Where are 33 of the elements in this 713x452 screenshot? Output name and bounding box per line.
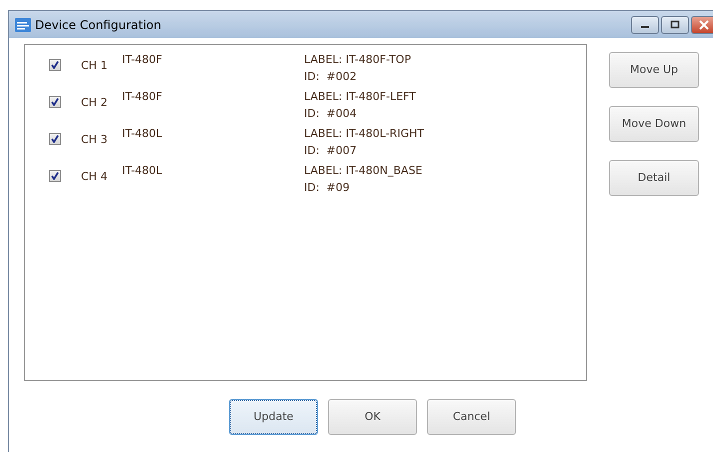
side-button[interactable]: Move Up xyxy=(609,52,699,88)
channel-label: CH 3 xyxy=(81,132,108,148)
device-label: LABEL: IT-480F-TOP xyxy=(304,52,411,68)
device-id: ID: #007 xyxy=(304,142,358,158)
device-label: LABEL: IT-480F-LEFT xyxy=(304,89,416,105)
app-icon xyxy=(15,18,31,32)
maximize-icon xyxy=(670,20,680,29)
device-id: ID: #004 xyxy=(304,106,358,122)
device-label: LABEL: IT-480L-RIGHT xyxy=(304,126,424,142)
checkbox[interactable] xyxy=(49,170,61,182)
model-name: IT-480F xyxy=(122,89,164,105)
dialog-button[interactable]: Cancel xyxy=(427,399,516,435)
device-label: LABEL: IT-480N_BASE xyxy=(304,163,422,179)
minimize-button[interactable] xyxy=(631,16,659,34)
model-name: IT-480L xyxy=(122,163,164,179)
channel-label: CH 2 xyxy=(81,95,108,111)
model-name: IT-480F xyxy=(122,52,164,68)
side-button[interactable]: Move Down xyxy=(609,106,699,142)
checkbox[interactable] xyxy=(49,59,61,71)
maximize-button[interactable] xyxy=(661,16,689,34)
checkbox[interactable] xyxy=(49,133,61,145)
dialog-button[interactable]: Update xyxy=(229,399,318,435)
close-button[interactable] xyxy=(691,16,713,34)
dialog-button[interactable]: OK xyxy=(328,399,417,435)
checkbox[interactable] xyxy=(49,96,61,108)
model-name: IT-480L xyxy=(122,126,164,142)
channel-label: CH 1 xyxy=(81,58,108,74)
side-button[interactable]: Detail xyxy=(609,160,699,196)
device-id: ID: #09 xyxy=(304,180,351,196)
window-title: Device Configuration xyxy=(35,16,162,34)
device-id: ID: #002 xyxy=(304,68,358,84)
channel-label: CH 4 xyxy=(81,169,108,185)
close-icon xyxy=(696,20,708,30)
